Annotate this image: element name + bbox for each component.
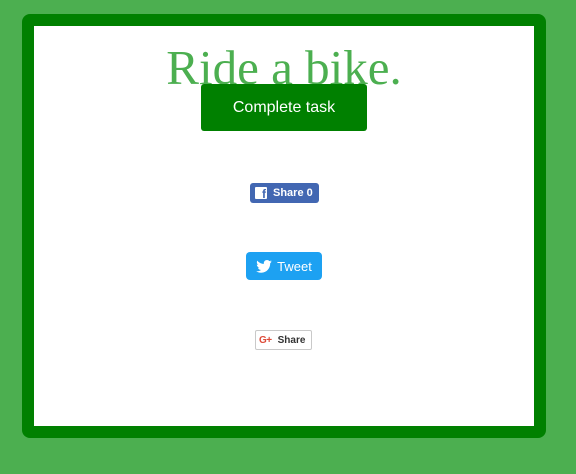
complete-task-button[interactable]: Complete task	[201, 84, 367, 131]
google-plus-share-label: Share	[277, 334, 306, 346]
facebook-share-button[interactable]: f Share 0	[250, 183, 319, 203]
facebook-icon: f	[255, 187, 267, 199]
tweet-label: Tweet	[277, 258, 312, 274]
twitter-bird-icon	[256, 259, 272, 273]
task-card: Ride a bike. Complete task f Share 0 Twe…	[22, 14, 546, 438]
google-plus-icon: G+	[259, 334, 272, 346]
facebook-share-label: Share	[273, 187, 304, 199]
tweet-button[interactable]: Tweet	[246, 252, 322, 280]
facebook-share-count: 0	[306, 187, 313, 199]
task-card-content: Ride a bike. Complete task f Share 0 Twe…	[34, 26, 534, 426]
google-plus-share-button[interactable]: G+ Share	[255, 330, 312, 350]
